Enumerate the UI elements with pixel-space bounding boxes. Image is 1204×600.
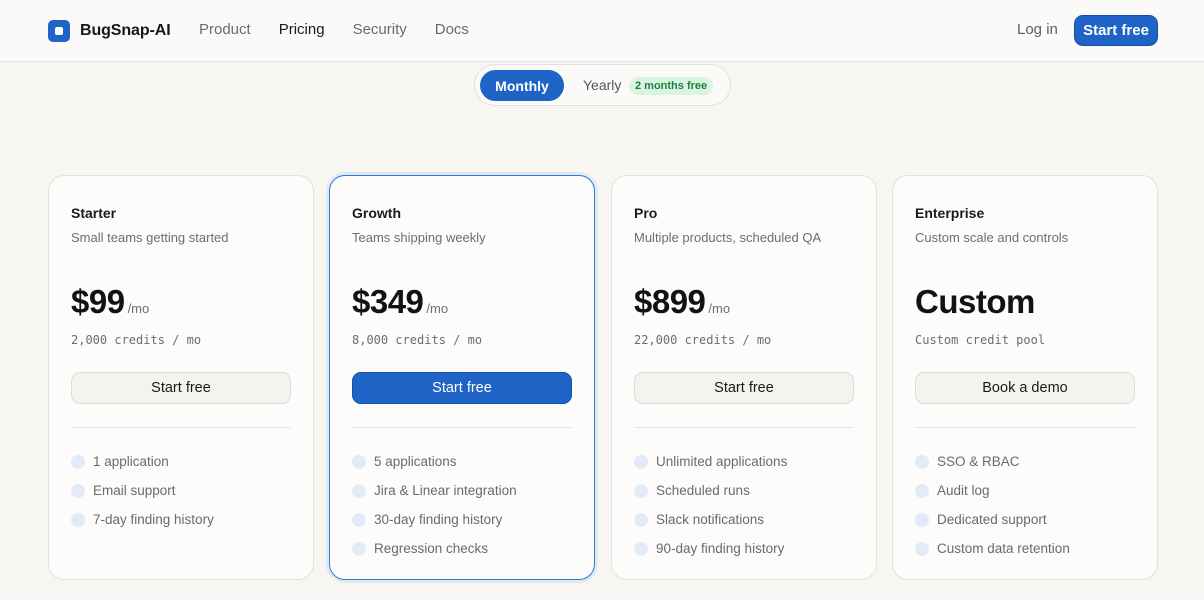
feature-text: 5 applications [374, 454, 457, 469]
bullet-icon [634, 512, 648, 527]
feature-list: SSO & RBAC Audit log Dedicated support C… [915, 447, 1070, 563]
book-demo-button[interactable]: Book a demo [915, 372, 1135, 404]
nav-link-docs[interactable]: Docs [435, 21, 469, 38]
divider [634, 427, 854, 428]
feature-list: 1 application Email support 7-day findin… [71, 447, 214, 534]
feature-item: SSO & RBAC [915, 447, 1070, 476]
bullet-icon [634, 541, 648, 556]
plan-price-row: $99 /mo [71, 283, 149, 321]
plan-price: Custom [915, 283, 1035, 320]
plan-credits: 2,000 credits / mo [71, 333, 202, 347]
plan-name: Growth [352, 205, 401, 221]
bullet-icon [352, 512, 366, 527]
plan-name: Pro [634, 205, 658, 221]
feature-list: 5 applications Jira & Linear integration… [352, 447, 517, 563]
feature-item: 30-day finding history [352, 505, 517, 534]
feature-item: Unlimited applications [634, 447, 787, 476]
brand-name: BugSnap-AI [80, 22, 171, 39]
feature-text: Jira & Linear integration [374, 483, 517, 498]
feature-item: Custom data retention [915, 534, 1070, 563]
feature-item: Slack notifications [634, 505, 787, 534]
feature-item: Jira & Linear integration [352, 476, 517, 505]
bullet-icon [634, 454, 648, 469]
plan-tagline: Small teams getting started [71, 230, 229, 245]
bullet-icon [71, 512, 85, 527]
feature-text: Dedicated support [937, 512, 1047, 527]
plan-period: /mo [426, 301, 449, 316]
plan-tagline: Multiple products, scheduled QA [634, 230, 822, 245]
feature-text: Slack notifications [656, 512, 765, 527]
feature-item: 5 applications [352, 447, 517, 476]
feature-item: 90-day finding history [634, 534, 787, 563]
plan-tagline: Custom scale and controls [915, 230, 1069, 245]
feature-text: 90-day finding history [656, 541, 785, 556]
billing-toggle: Monthly Yearly 2 months free [474, 64, 731, 106]
bullet-icon [352, 541, 366, 556]
bullet-icon [71, 483, 85, 498]
plan-start-free-button[interactable]: Start free [634, 372, 854, 404]
nav-link-product[interactable]: Product [199, 21, 251, 38]
plan-card-enterprise: Enterprise Custom scale and controls Cus… [892, 175, 1158, 580]
plan-price: $349 [352, 283, 424, 320]
bullet-icon [915, 512, 929, 527]
bullet-icon [915, 454, 929, 469]
plan-period: /mo [127, 301, 150, 316]
main-nav: Product Pricing Security Docs [199, 21, 469, 38]
plan-card-pro: Pro Multiple products, scheduled QA $899… [611, 175, 877, 580]
feature-item: Regression checks [352, 534, 517, 563]
bullet-icon [71, 454, 85, 469]
feature-item: Scheduled runs [634, 476, 787, 505]
brand-logo[interactable]: BugSnap-AI [48, 19, 171, 43]
bullet-icon [915, 541, 929, 556]
feature-text: Regression checks [374, 541, 489, 556]
plan-price: $99 [71, 283, 125, 320]
feature-text: 1 application [93, 454, 169, 469]
plan-price-row: $899 /mo [634, 283, 730, 321]
feature-item: Email support [71, 476, 214, 505]
feature-text: 30-day finding history [374, 512, 503, 527]
divider [915, 427, 1135, 428]
feature-text: Email support [93, 483, 176, 498]
plan-credits: 22,000 credits / mo [634, 333, 772, 347]
feature-list: Unlimited applications Scheduled runs Sl… [634, 447, 787, 563]
plan-credits: 8,000 credits / mo [352, 333, 483, 347]
yearly-discount-badge: 2 months free [629, 77, 714, 95]
feature-item: Audit log [915, 476, 1070, 505]
bullet-icon [634, 483, 648, 498]
feature-item: 1 application [71, 447, 214, 476]
bullet-icon [915, 483, 929, 498]
plan-period: /mo [708, 301, 731, 316]
plan-credits: Custom credit pool [915, 333, 1046, 347]
bullet-icon [352, 483, 366, 498]
feature-text: Scheduled runs [656, 483, 750, 498]
bullet-icon [352, 454, 366, 469]
feature-text: Unlimited applications [656, 454, 788, 469]
feature-item: Dedicated support [915, 505, 1070, 534]
billing-monthly-option[interactable]: Monthly [480, 70, 564, 101]
plan-price-row: $349 /mo [352, 283, 448, 321]
start-free-button[interactable]: Start free [1074, 15, 1158, 46]
billing-yearly-option[interactable]: Yearly [583, 77, 621, 93]
plan-tagline: Teams shipping weekly [352, 230, 486, 245]
plan-card-starter: Starter Small teams getting started $99 … [48, 175, 314, 580]
plan-name: Starter [71, 205, 117, 221]
plan-price-row: Custom [915, 283, 1035, 321]
feature-text: Custom data retention [937, 541, 1070, 556]
login-link[interactable]: Log in [1017, 21, 1058, 38]
feature-text: Audit log [937, 483, 990, 498]
nav-link-security[interactable]: Security [353, 21, 407, 38]
divider [352, 427, 572, 428]
feature-text: 7-day finding history [93, 512, 214, 527]
divider [71, 427, 291, 428]
plan-card-growth: Growth Teams shipping weekly $349 /mo 8,… [329, 175, 595, 580]
top-nav-bar: BugSnap-AI Product Pricing Security Docs… [0, 0, 1204, 62]
feature-item: 7-day finding history [71, 505, 214, 534]
plan-start-free-button[interactable]: Start free [71, 372, 291, 404]
feature-text: SSO & RBAC [937, 454, 1020, 469]
nav-link-pricing[interactable]: Pricing [279, 21, 325, 38]
plan-price: $899 [634, 283, 706, 320]
plan-name: Enterprise [915, 205, 985, 221]
logo-icon [48, 20, 70, 42]
plan-start-free-button[interactable]: Start free [352, 372, 572, 404]
